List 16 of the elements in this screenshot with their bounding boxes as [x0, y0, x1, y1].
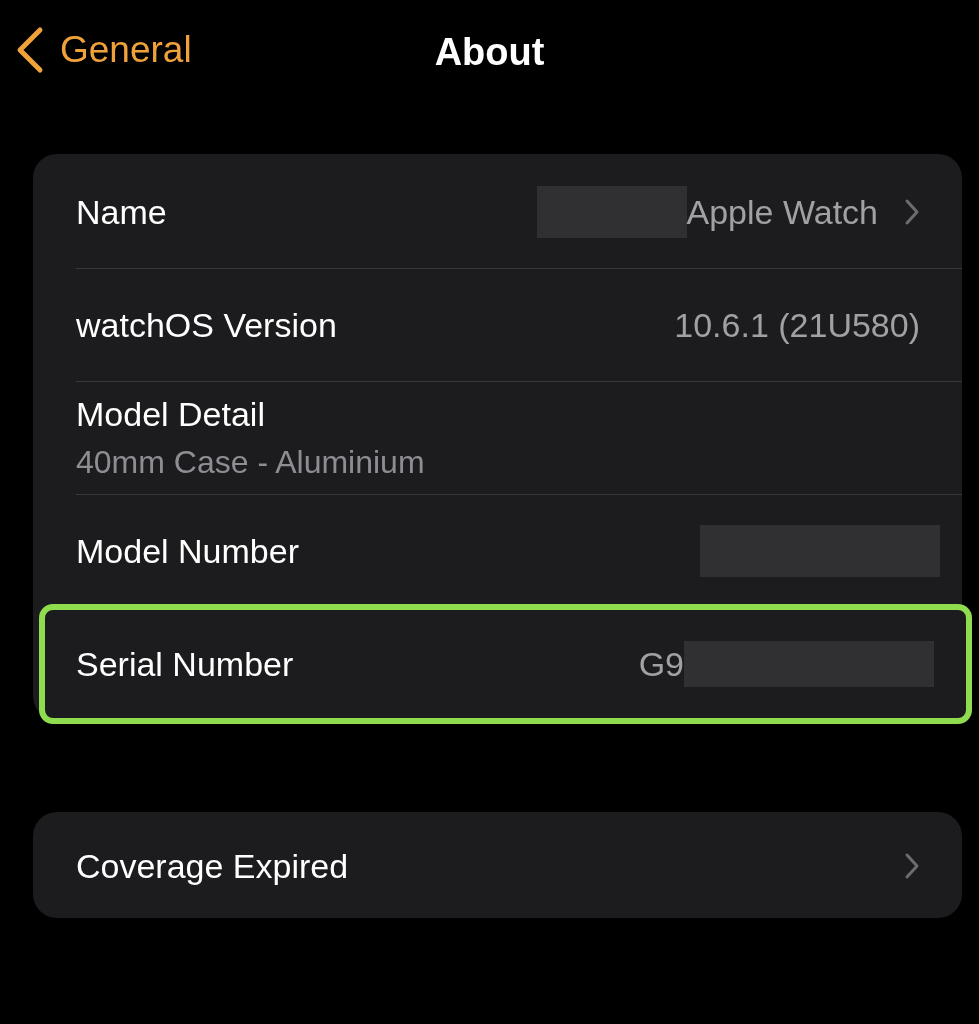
row-value: 10.6.1 (21U580) — [674, 305, 920, 345]
page-title: About — [434, 30, 545, 74]
row-value: G9 — [638, 644, 684, 684]
chevron-right-icon — [904, 852, 920, 880]
row-label: Serial Number — [76, 644, 294, 684]
settings-row[interactable]: Name Apple Watch — [76, 156, 962, 269]
row-value: Apple Watch — [686, 192, 878, 232]
row-label: Model Number — [76, 531, 299, 571]
row-label: Model Detail — [76, 395, 266, 434]
row-label: Name — [76, 192, 167, 232]
chevron-right-icon — [904, 198, 920, 226]
settings-row[interactable]: Coverage Expired — [76, 814, 962, 918]
row-subtitle: 40mm Case - Aluminium — [76, 444, 425, 481]
row-label: watchOS Version — [76, 305, 337, 345]
row-label: Coverage Expired — [76, 846, 349, 886]
back-button[interactable]: General — [14, 26, 192, 74]
